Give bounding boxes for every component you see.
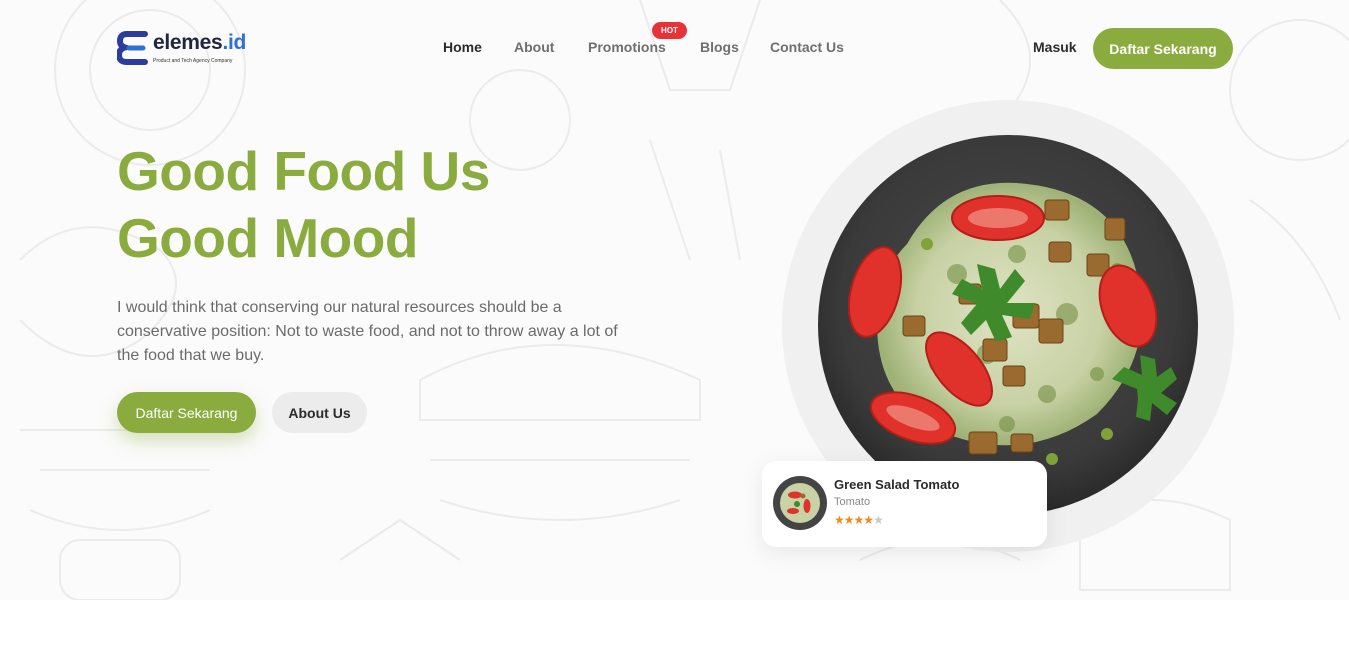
hero-headline-line2: Good Mood — [117, 207, 418, 269]
login-link[interactable]: Masuk — [1033, 39, 1077, 55]
star-icon: ★ — [853, 513, 865, 527]
star-icon: ★ — [873, 513, 884, 527]
hero-description: I would think that conserving our natura… — [117, 299, 618, 364]
brand-tagline: Product and Tech Agency Company — [153, 58, 233, 64]
signup-button-hero[interactable]: Daftar Sekarang — [117, 392, 256, 433]
food-subtitle: Tomato — [834, 496, 871, 508]
nav-item-promotions[interactable]: Promotions — [588, 39, 666, 55]
salad-plate-illustration — [818, 135, 1198, 515]
logo-mark-icon — [117, 31, 148, 65]
nav-item-blogs[interactable]: Blogs — [700, 39, 739, 55]
food-thumbnail — [773, 476, 827, 530]
food-card[interactable]: Green Salad Tomato Tomato ★★★★★ — [762, 461, 1047, 547]
hero-headline-line1: Good Food Us — [117, 140, 490, 202]
brand-name: elemes.id — [153, 31, 247, 54]
nav-item-home[interactable]: Home — [443, 39, 482, 55]
about-us-button[interactable]: About Us — [272, 392, 367, 433]
hero-headline: Good Food Us Good Mood — [117, 138, 490, 272]
food-name: Green Salad Tomato — [834, 477, 960, 492]
nav-item-about[interactable]: About — [514, 39, 554, 55]
signup-button-nav[interactable]: Daftar Sekarang — [1093, 28, 1233, 69]
brand-logo[interactable]: elemes.id Product and Tech Agency Compan… — [117, 28, 257, 68]
nav-item-contact-us[interactable]: Contact Us — [770, 39, 844, 55]
food-rating: ★★★★★ — [834, 513, 884, 527]
star-icon: ★ — [863, 513, 874, 527]
hot-badge: HOT — [652, 22, 687, 39]
star-icon: ★ — [843, 513, 855, 527]
star-icon: ★ — [834, 513, 845, 527]
